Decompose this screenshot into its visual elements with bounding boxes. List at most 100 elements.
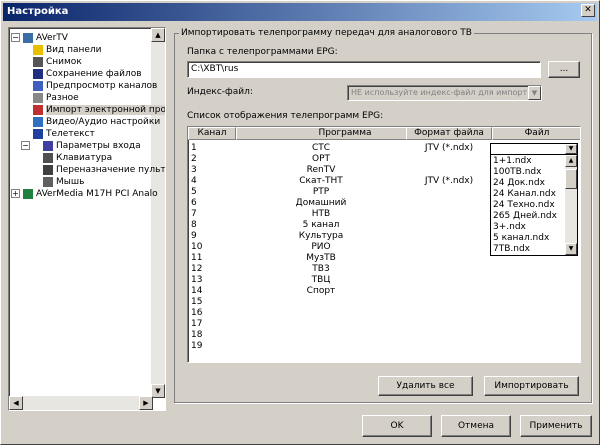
scroll-up-icon[interactable]: ▲ <box>151 28 165 42</box>
import-button[interactable]: Импортировать <box>484 376 579 396</box>
table-cell <box>406 220 492 231</box>
table-row[interactable]: 19 <box>188 341 580 352</box>
dropdown-option[interactable]: 7TB.ndx <box>493 244 530 255</box>
save-icon <box>33 68 43 79</box>
misc-icon <box>33 92 43 103</box>
table-row[interactable]: 18 <box>188 330 580 341</box>
collapse-icon[interactable]: − <box>11 33 20 42</box>
expand-icon[interactable]: + <box>11 189 20 198</box>
table-cell: РТР <box>312 187 330 197</box>
table-row[interactable]: 14 Спорт <box>188 286 580 297</box>
file-dropdown-list[interactable]: ▲ ▼ 1+1.ndx 100TB.ndx 24 Док.ndx 24 Канал.n… <box>490 154 578 256</box>
tree-item[interactable]: Переназначение пульт <box>43 164 165 176</box>
tree-item[interactable]: Снимок <box>33 56 82 68</box>
dropdown-option[interactable]: 265 Дней.ndx <box>493 211 557 222</box>
dropdown-option[interactable]: 24 Док.ndx <box>493 178 545 189</box>
column-header-file[interactable]: Файл <box>492 127 580 140</box>
tree-item-label: Видео/Аудио настройки <box>46 117 161 127</box>
tree-item[interactable]: Клавиатура <box>43 152 112 164</box>
table-cell[interactable] <box>492 308 580 319</box>
table-row[interactable]: 17 <box>188 319 580 330</box>
table-cell <box>236 330 406 341</box>
chevron-down-icon[interactable]: ▼ <box>528 86 541 100</box>
tree-item[interactable]: Мышь <box>43 176 84 188</box>
table-cell <box>406 308 492 319</box>
scroll-up-icon[interactable]: ▲ <box>565 155 577 167</box>
tree-item[interactable]: Вид панели <box>33 44 102 56</box>
table-cell[interactable] <box>492 297 580 308</box>
column-header-channel[interactable]: Канал <box>188 127 236 140</box>
table-cell: Спорт <box>306 286 336 296</box>
tree-item[interactable]: Импорт электронной прог <box>33 104 165 116</box>
browse-button[interactable]: ... <box>548 61 580 78</box>
table-cell[interactable] <box>492 330 580 341</box>
table-cell: Домашний <box>295 198 347 208</box>
scroll-down-icon[interactable]: ▼ <box>565 243 577 255</box>
tree-horizontal-scrollbar[interactable]: ◀ ▶ <box>9 396 153 410</box>
scroll-down-icon[interactable]: ▼ <box>151 384 165 398</box>
table-cell: 7 <box>191 209 197 219</box>
dropdown-option[interactable]: 24 Техно.ndx <box>493 200 555 211</box>
table-cell <box>406 242 492 253</box>
index-file-select[interactable]: НЕ используйте индекс-файл для импорт ▼ <box>347 85 542 101</box>
dropdown-option[interactable]: 3+.ndx <box>493 222 526 233</box>
table-cell: 10 <box>191 242 203 252</box>
table-cell <box>406 275 492 286</box>
table-row[interactable]: 16 <box>188 308 580 319</box>
table-cell[interactable] <box>492 264 580 275</box>
tree-item[interactable]: AVerTV <box>23 32 68 44</box>
panel-view-icon <box>33 44 43 55</box>
scroll-thumb[interactable] <box>565 169 577 189</box>
mouse-icon <box>43 176 53 187</box>
ok-button[interactable]: OK <box>362 415 432 437</box>
column-header-format[interactable]: Формат файла <box>406 127 492 140</box>
scroll-right-icon[interactable]: ▶ <box>139 396 153 410</box>
table-cell <box>406 297 492 308</box>
dropdown-option[interactable]: 24 Канал.ndx <box>493 189 556 200</box>
table-cell: 12 <box>191 264 203 274</box>
table-cell <box>406 286 492 297</box>
dropdown-option[interactable]: 1+1.ndx <box>493 156 532 167</box>
dropdown-scrollbar[interactable]: ▲ ▼ <box>565 155 577 255</box>
folder-path-input[interactable]: C:\XBT\rus <box>187 61 541 78</box>
table-row[interactable]: 12 ТВ3 <box>188 264 580 275</box>
tree-item[interactable]: Сохранение файлов <box>33 68 142 80</box>
epg-list-label: Список отображения телепрограмм EPG: <box>187 111 384 121</box>
keyboard-icon <box>43 152 53 163</box>
tree-item[interactable]: Предпросмотр каналов <box>33 80 157 92</box>
teletext-icon <box>33 128 43 139</box>
table-cell[interactable] <box>492 341 580 352</box>
table-cell: 18 <box>191 330 203 340</box>
dropdown-option[interactable]: 100TB.ndx <box>493 167 541 178</box>
tree-item[interactable]: Видео/Аудио настройки <box>33 116 160 128</box>
scroll-left-icon[interactable]: ◀ <box>9 396 23 410</box>
snapshot-icon <box>33 56 43 67</box>
table-cell: JTV (*.ndx) <box>424 143 474 153</box>
table-cell: 5 канал <box>302 220 340 230</box>
table-cell[interactable] <box>492 286 580 297</box>
settings-window: Настройка ✕ ▲ ▼ ◀ ▶ − AVerTV Вид панели Сни… <box>0 0 600 445</box>
tree-item-label: Импорт электронной прог <box>46 105 165 115</box>
table-cell: ТВ3 <box>312 264 330 274</box>
table-cell: СТС <box>311 143 331 153</box>
table-cell[interactable] <box>492 319 580 330</box>
table-cell[interactable] <box>492 275 580 286</box>
close-button[interactable]: ✕ <box>581 4 595 17</box>
tree-item[interactable]: AVerMedia M17H PCI Analo <box>23 188 158 200</box>
apply-button[interactable]: Применить <box>520 415 592 437</box>
settings-tree[interactable]: ▲ ▼ ◀ ▶ − AVerTV Вид панели Снимок Сохранени… <box>8 27 166 411</box>
table-cell: 2 <box>191 154 197 164</box>
delete-all-button[interactable]: Удалить все <box>378 376 473 396</box>
table-cell: ОРТ <box>311 154 330 164</box>
table-cell: JTV (*.ndx) <box>424 176 474 186</box>
tree-item[interactable]: Телетекст <box>33 128 95 140</box>
collapse-icon[interactable]: − <box>21 141 30 150</box>
table-row[interactable]: 13 ТВЦ <box>188 275 580 286</box>
chevron-down-icon[interactable]: ▼ <box>565 144 577 154</box>
tree-item[interactable]: Разное <box>33 92 79 104</box>
cancel-button[interactable]: Отмена <box>441 415 511 437</box>
table-row[interactable]: 15 <box>188 297 580 308</box>
table-cell: 16 <box>191 308 203 318</box>
dropdown-option[interactable]: 5 канал.ndx <box>493 233 549 244</box>
tree-item[interactable]: Параметры входа <box>43 140 141 152</box>
